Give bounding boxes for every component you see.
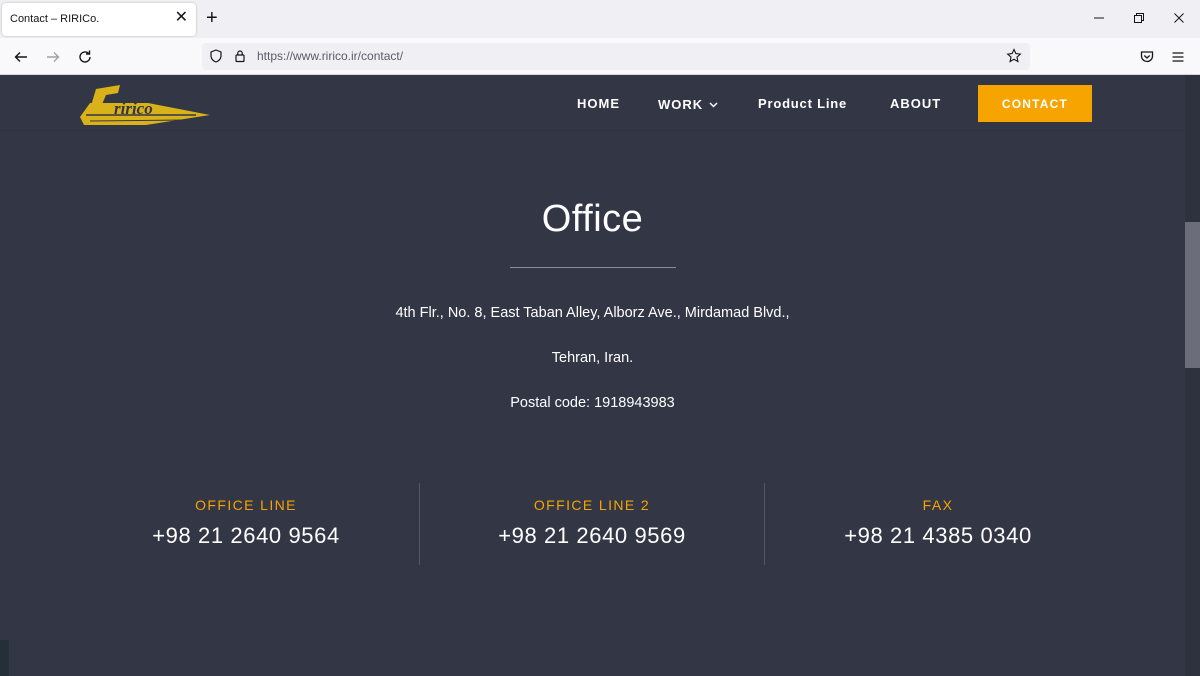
- shield-icon[interactable]: [208, 48, 224, 64]
- contact-fax: FAX +98 21 4385 0340: [765, 483, 1111, 565]
- office-title: Office: [541, 198, 644, 240]
- title-divider: [510, 267, 676, 268]
- browser-tab-bar: Contact – RIRICo. ✕ +: [0, 0, 1200, 38]
- browser-nav-bar: https://www.ririco.ir/contact/: [0, 38, 1200, 75]
- site-header: ririco HOME WORK Product Line ABOUT CONT…: [0, 75, 1185, 131]
- minimize-icon[interactable]: [1091, 9, 1107, 27]
- browser-tab-contact[interactable]: Contact – RIRICo. ✕: [2, 3, 196, 36]
- nav-work[interactable]: WORK: [658, 96, 718, 112]
- nav-product-line[interactable]: Product Line: [758, 96, 847, 111]
- forward-arrow-icon[interactable]: [42, 46, 64, 68]
- address-line-2: Tehran, Iran.: [551, 350, 634, 366]
- close-icon[interactable]: [1171, 9, 1187, 27]
- tab-close-icon[interactable]: ✕: [175, 10, 188, 26]
- url-text[interactable]: https://www.ririco.ir/contact/: [257, 49, 403, 63]
- reload-icon[interactable]: [74, 46, 96, 68]
- site-page: ririco HOME WORK Product Line ABOUT CONT…: [0, 75, 1185, 676]
- contact-phone[interactable]: +98 21 2640 9569: [419, 523, 765, 549]
- contact-label: OFFICE LINE: [195, 497, 297, 513]
- contact-label: OFFICE LINE 2: [533, 497, 651, 513]
- back-arrow-icon[interactable]: [10, 46, 32, 68]
- contact-phone[interactable]: +98 21 2640 9564: [73, 523, 419, 549]
- contact-phone[interactable]: +98 21 4385 0340: [765, 523, 1111, 549]
- lock-icon[interactable]: [232, 48, 248, 64]
- nav-home[interactable]: HOME: [577, 96, 620, 111]
- address-line-1: 4th Flr., No. 8, East Taban Alley, Albor…: [395, 305, 790, 321]
- contact-office-line-2: OFFICE LINE 2 +98 21 2640 9569: [419, 483, 765, 565]
- url-bar[interactable]: https://www.ririco.ir/contact/: [202, 43, 1030, 70]
- postal-code: Postal code: 1918943983: [510, 395, 675, 411]
- nav-work-label: WORK: [658, 97, 704, 112]
- new-tab-icon[interactable]: +: [206, 8, 218, 28]
- corner-widget: [0, 640, 9, 676]
- contact-office-line: OFFICE LINE +98 21 2640 9564: [73, 483, 419, 565]
- contact-label: FAX: [922, 497, 954, 513]
- tab-title: Contact – RIRICo.: [10, 13, 100, 25]
- pocket-icon[interactable]: [1136, 46, 1158, 68]
- ririco-logo[interactable]: ririco: [76, 81, 212, 127]
- chevron-down-icon: [709, 96, 718, 111]
- star-icon[interactable]: [1006, 48, 1022, 64]
- hamburger-menu-icon[interactable]: [1167, 46, 1189, 68]
- nav-about[interactable]: ABOUT: [890, 96, 941, 111]
- page-scrollbar[interactable]: [1185, 75, 1200, 676]
- restore-icon[interactable]: [1131, 9, 1147, 27]
- scrollbar-thumb[interactable]: [1185, 222, 1200, 368]
- nav-contact-button[interactable]: CONTACT: [978, 85, 1092, 122]
- logo-text: ririco: [114, 99, 153, 118]
